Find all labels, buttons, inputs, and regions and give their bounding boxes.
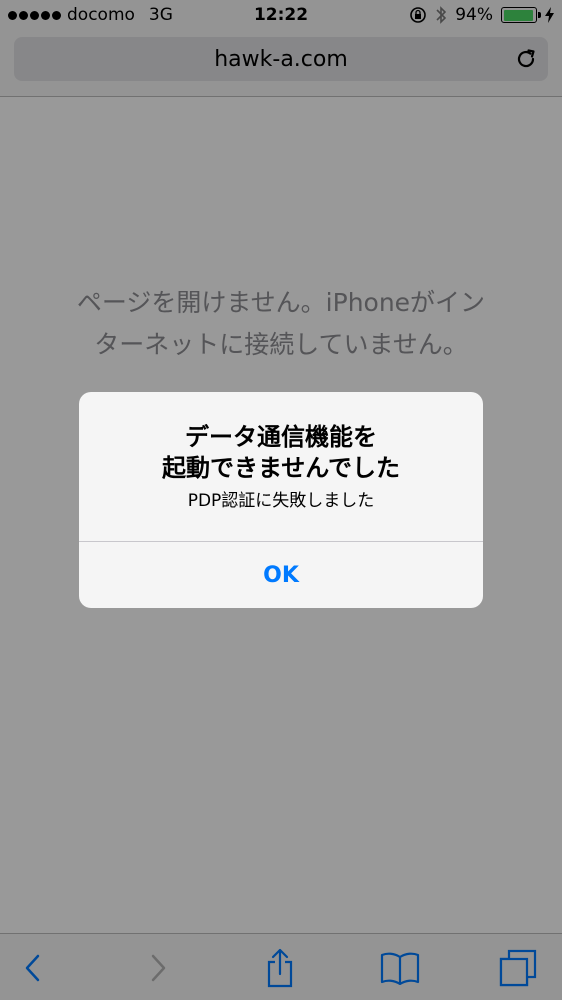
alert-title-line1: データ通信機能を <box>185 423 377 451</box>
alert-dialog: データ通信機能を 起動できませんでした PDP認証に失敗しました OK <box>79 392 483 608</box>
alert-title: データ通信機能を 起動できませんでした <box>89 422 473 484</box>
ok-button[interactable]: OK <box>79 542 483 608</box>
alert-title-line2: 起動できませんでした <box>161 454 401 482</box>
alert-message: PDP認証に失敗しました <box>187 491 375 511</box>
